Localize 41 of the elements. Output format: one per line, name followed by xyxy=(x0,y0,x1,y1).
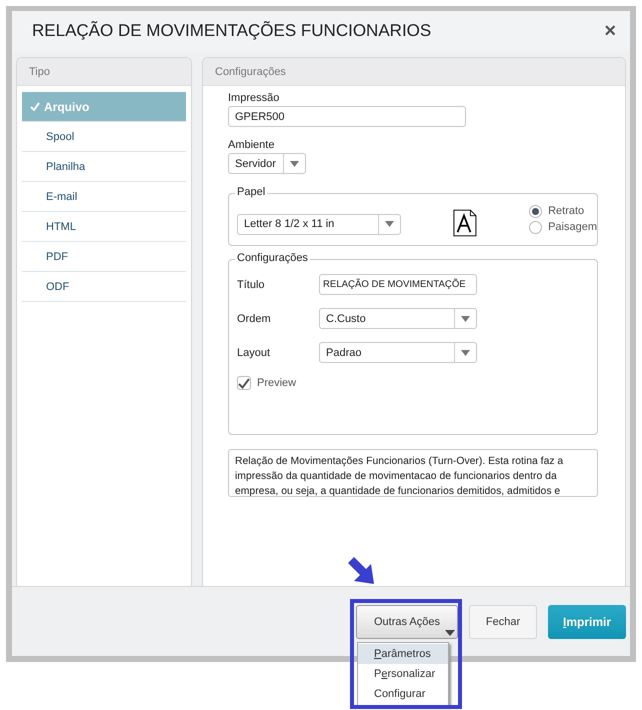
field-label: Título xyxy=(237,278,266,290)
field-label: Layout xyxy=(237,346,272,358)
input-field[interactable]: RELAÇÃO DE MOVIMENTAÇÕE xyxy=(319,274,477,295)
dropdown-arrow-icon xyxy=(290,160,299,166)
dropdown-arrow-icon xyxy=(385,221,394,227)
menu-item[interactable]: Parâmetros xyxy=(358,644,448,664)
more-actions-button[interactable]: Outras Ações xyxy=(356,604,458,638)
close-button[interactable]: × xyxy=(600,20,620,42)
sidebar-item[interactable]: Spool xyxy=(22,122,186,152)
panel-header: Configurações xyxy=(203,58,625,86)
pointer-arrow-icon xyxy=(346,557,376,585)
sidebar-item[interactable]: HTML xyxy=(22,212,186,242)
input-field[interactable]: GPER500 xyxy=(228,106,466,127)
dropdown[interactable]: C.Custo xyxy=(319,308,477,329)
checkbox-label: Preview xyxy=(257,377,296,389)
caret-icon xyxy=(445,630,455,636)
field-label: Impressão xyxy=(228,92,280,104)
panel-header: Tipo xyxy=(17,58,191,86)
radio-option[interactable]: Paisagem xyxy=(529,220,597,234)
sidebar-item[interactable]: PDF xyxy=(22,242,186,272)
field-label: Ordem xyxy=(237,312,272,324)
close-dialog-button[interactable]: Fechar xyxy=(469,604,537,638)
dropdown[interactable]: Padrao xyxy=(319,342,477,363)
dropdown-arrow-icon xyxy=(461,316,470,322)
sidebar-item[interactable]: E-mail xyxy=(22,182,186,212)
page-letter-icon xyxy=(453,208,478,238)
window-title: RELAÇÃO DE MOVIMENTAÇÕES FUNCIONARIOS xyxy=(32,21,432,41)
menu-item[interactable]: Personalizar xyxy=(358,664,448,684)
dropdown-arrow-icon xyxy=(461,350,470,356)
fieldset-legend: Configurações xyxy=(235,252,310,264)
dropdown[interactable]: Servidor xyxy=(228,153,306,174)
sidebar-item[interactable]: ODF xyxy=(22,272,186,302)
checkbox[interactable] xyxy=(237,376,251,390)
description-text: Relação de Movimentações Funcionarios (Turn-Over). Esta rotina faz a impressão da quantidade de movimentacao de funcionarios dentro da empresa, ou seja, a quantidade de funcionarios demitidos, admitidos e xyxy=(228,449,598,497)
menu-item[interactable]: Configurar xyxy=(358,684,448,704)
dropdown[interactable]: Letter 8 1/2 x 11 in xyxy=(237,214,402,234)
check-icon xyxy=(30,102,40,111)
fieldset-legend: Papel xyxy=(235,186,268,198)
radio-option[interactable]: Retrato xyxy=(529,204,597,218)
sidebar-item[interactable]: Planilha xyxy=(22,152,186,182)
field-label: Ambiente xyxy=(228,139,276,151)
